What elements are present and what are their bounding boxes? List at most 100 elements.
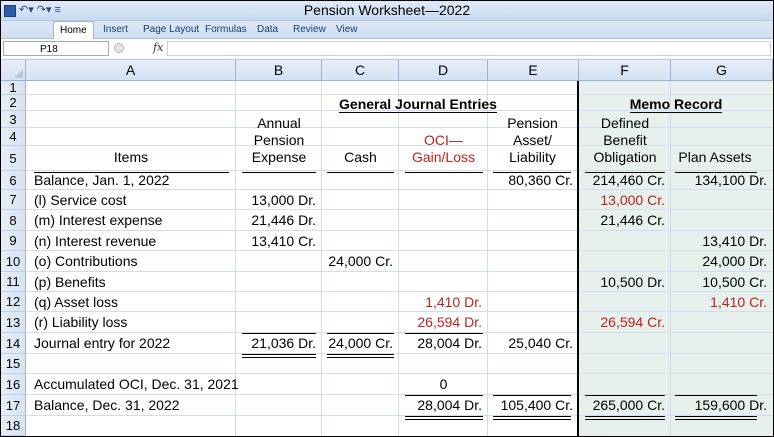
cell-b7[interactable]: 13,000 Dr. xyxy=(236,190,322,210)
row-label[interactable]: (l) Service cost xyxy=(26,190,236,210)
row-header-5[interactable]: 5 xyxy=(1,146,26,171)
row-header-4[interactable]: 4 xyxy=(1,128,26,146)
header-annual-pension-expense: Annual Pension Expense xyxy=(236,115,322,166)
cell-f8[interactable]: 21,446 Cr. xyxy=(579,210,671,231)
row-label[interactable]: Accumulated OCI, Dec. 31, 2021 xyxy=(26,374,239,395)
row-header-14[interactable]: 14 xyxy=(1,333,26,354)
row-label[interactable]: (o) Contributions xyxy=(26,251,236,272)
cell-d14[interactable]: 28,004 Dr. xyxy=(399,333,488,354)
column-header-c[interactable]: C xyxy=(322,60,399,81)
cell-g12[interactable]: 1,410 Cr. xyxy=(671,292,773,312)
row-label[interactable]: (q) Asset loss xyxy=(26,292,236,312)
row-header-13[interactable]: 13 xyxy=(1,312,26,333)
column-header-d[interactable]: D xyxy=(399,60,488,81)
cell-f11[interactable]: 10,500 Dr. xyxy=(579,272,671,292)
row-header-9[interactable]: 9 xyxy=(1,231,26,251)
function-icon[interactable]: fx xyxy=(153,40,163,56)
header-line: Benefit xyxy=(603,132,647,148)
column-header-b[interactable]: B xyxy=(236,60,322,81)
row-label[interactable]: (r) Liability loss xyxy=(26,312,236,333)
row-label[interactable] xyxy=(26,416,236,436)
cell-f13[interactable]: 26,594 Cr. xyxy=(579,312,671,333)
section-title-journal-text: General Journal Entries xyxy=(339,96,497,113)
tab-home[interactable]: Home xyxy=(53,21,94,39)
spreadsheet-window: ↶▾ ↷▾ ≡ Pension Worksheet—2022 Home Inse… xyxy=(0,0,774,437)
row-label[interactable] xyxy=(26,354,236,374)
cell-d13[interactable]: 26,594 Dr. xyxy=(399,312,488,333)
cell-f6[interactable]: 214,460 Cr. xyxy=(579,171,671,190)
final-rule-pension-2 xyxy=(493,419,571,420)
column-header-g[interactable]: G xyxy=(671,60,773,81)
cell-c10[interactable]: 24,000 Cr. xyxy=(322,251,399,272)
section-title-memo-text: Memo Record xyxy=(629,96,723,113)
cell-c14[interactable]: 24,000 Cr. xyxy=(322,333,399,354)
cell-g11[interactable]: 10,500 Cr. xyxy=(671,272,773,292)
column-header-f[interactable]: F xyxy=(579,60,671,81)
tab-data[interactable]: Data xyxy=(257,22,278,37)
name-box[interactable]: P18 xyxy=(3,41,109,56)
cell-b8[interactable]: 21,446 Dr. xyxy=(236,210,322,231)
column-header-e[interactable]: E xyxy=(488,60,579,81)
tab-view[interactable]: View xyxy=(336,22,358,37)
column-header-a[interactable]: A xyxy=(26,60,236,81)
tab-review[interactable]: Review xyxy=(293,22,326,37)
ribbon-tabs: Home Insert Page Layout Formulas Data Re… xyxy=(1,21,773,39)
title-bar: ↶▾ ↷▾ ≡ Pension Worksheet—2022 xyxy=(1,1,773,21)
tab-page-layout[interactable]: Page Layout xyxy=(143,22,199,37)
select-all-corner[interactable] xyxy=(1,60,26,81)
cell-f17[interactable]: 265,000 Cr. xyxy=(579,395,671,416)
cell-f7[interactable]: 13,000 Cr. xyxy=(579,190,671,210)
row-header-6[interactable]: 6 xyxy=(1,171,26,190)
row-header-18[interactable]: 18 xyxy=(1,416,26,436)
row-header-17[interactable]: 17 xyxy=(1,395,26,416)
tab-insert[interactable]: Insert xyxy=(103,22,128,37)
final-rule-oci-2 xyxy=(405,419,483,420)
row-label[interactable]: (m) Interest expense xyxy=(26,210,236,231)
final-rule-pension-1 xyxy=(493,416,571,417)
row-label[interactable]: Balance, Dec. 31, 2022 xyxy=(26,395,236,416)
cell-b14[interactable]: 21,036 Dr. xyxy=(236,333,322,354)
row-header-3[interactable]: 3 xyxy=(1,111,26,128)
header-underline-expense xyxy=(242,172,316,173)
section-title-memo: Memo Record xyxy=(579,95,773,113)
final-rule-plan-assets-1 xyxy=(675,416,757,417)
window-title: Pension Worksheet—2022 xyxy=(303,2,471,18)
cell-g17[interactable]: 159,600 Dr. xyxy=(671,395,773,416)
row-label[interactable]: Journal entry for 2022 xyxy=(26,333,236,354)
row-header-10[interactable]: 10 xyxy=(1,251,26,272)
header-line: Defined xyxy=(600,115,650,131)
row-header-2[interactable]: 2 xyxy=(1,95,26,111)
row-header-16[interactable]: 16 xyxy=(1,374,26,395)
cell-e6[interactable]: 80,360 Cr. xyxy=(488,171,579,190)
cell-b9[interactable]: 13,410 Cr. xyxy=(236,231,322,251)
tab-formulas[interactable]: Formulas xyxy=(205,22,247,37)
section-title-journal: General Journal Entries xyxy=(327,95,509,113)
header-line: Pension xyxy=(253,132,305,148)
header-line: Pension xyxy=(507,115,558,131)
cell-e17[interactable]: 105,400 Cr. xyxy=(488,395,579,416)
formula-input[interactable] xyxy=(167,41,771,56)
row-header-15[interactable]: 15 xyxy=(1,354,26,374)
row-header-8[interactable]: 8 xyxy=(1,210,26,231)
row-header-7[interactable]: 7 xyxy=(1,190,26,210)
row-header-1[interactable]: 1 xyxy=(1,81,26,95)
header-line: Gain/Loss xyxy=(411,149,476,165)
row-label[interactable]: (p) Benefits xyxy=(26,272,236,292)
final-rule-oci-1 xyxy=(405,416,483,417)
cell-g9[interactable]: 13,410 Dr. xyxy=(671,231,773,251)
row-label[interactable]: Balance, Jan. 1, 2022 xyxy=(26,171,236,190)
worksheet-grid[interactable]: ABCDEFG 1 2 3 4 5 6 7 8 9 10 11 12 13 14 15 16 17 18 Gene… xyxy=(1,60,773,436)
cell-e14[interactable]: 25,040 Cr. xyxy=(488,333,579,354)
cell-d12[interactable]: 1,410 Dr. xyxy=(399,292,488,312)
cell-g6[interactable]: 134,100 Dr. xyxy=(671,171,773,190)
formula-bar: P18 fx xyxy=(1,39,773,60)
cell-d16[interactable]: 0 xyxy=(399,374,488,395)
name-box-dropdown-icon[interactable] xyxy=(114,43,124,53)
row-header-11[interactable]: 11 xyxy=(1,272,26,292)
row-header-12[interactable]: 12 xyxy=(1,292,26,312)
cell-d17[interactable]: 28,004 Dr. xyxy=(399,395,488,416)
header-line: Liability xyxy=(509,149,556,165)
row-label[interactable]: (n) Interest revenue xyxy=(26,231,236,251)
cell-g10[interactable]: 24,000 Dr. xyxy=(671,251,773,272)
header-line: Asset/ xyxy=(513,132,552,148)
